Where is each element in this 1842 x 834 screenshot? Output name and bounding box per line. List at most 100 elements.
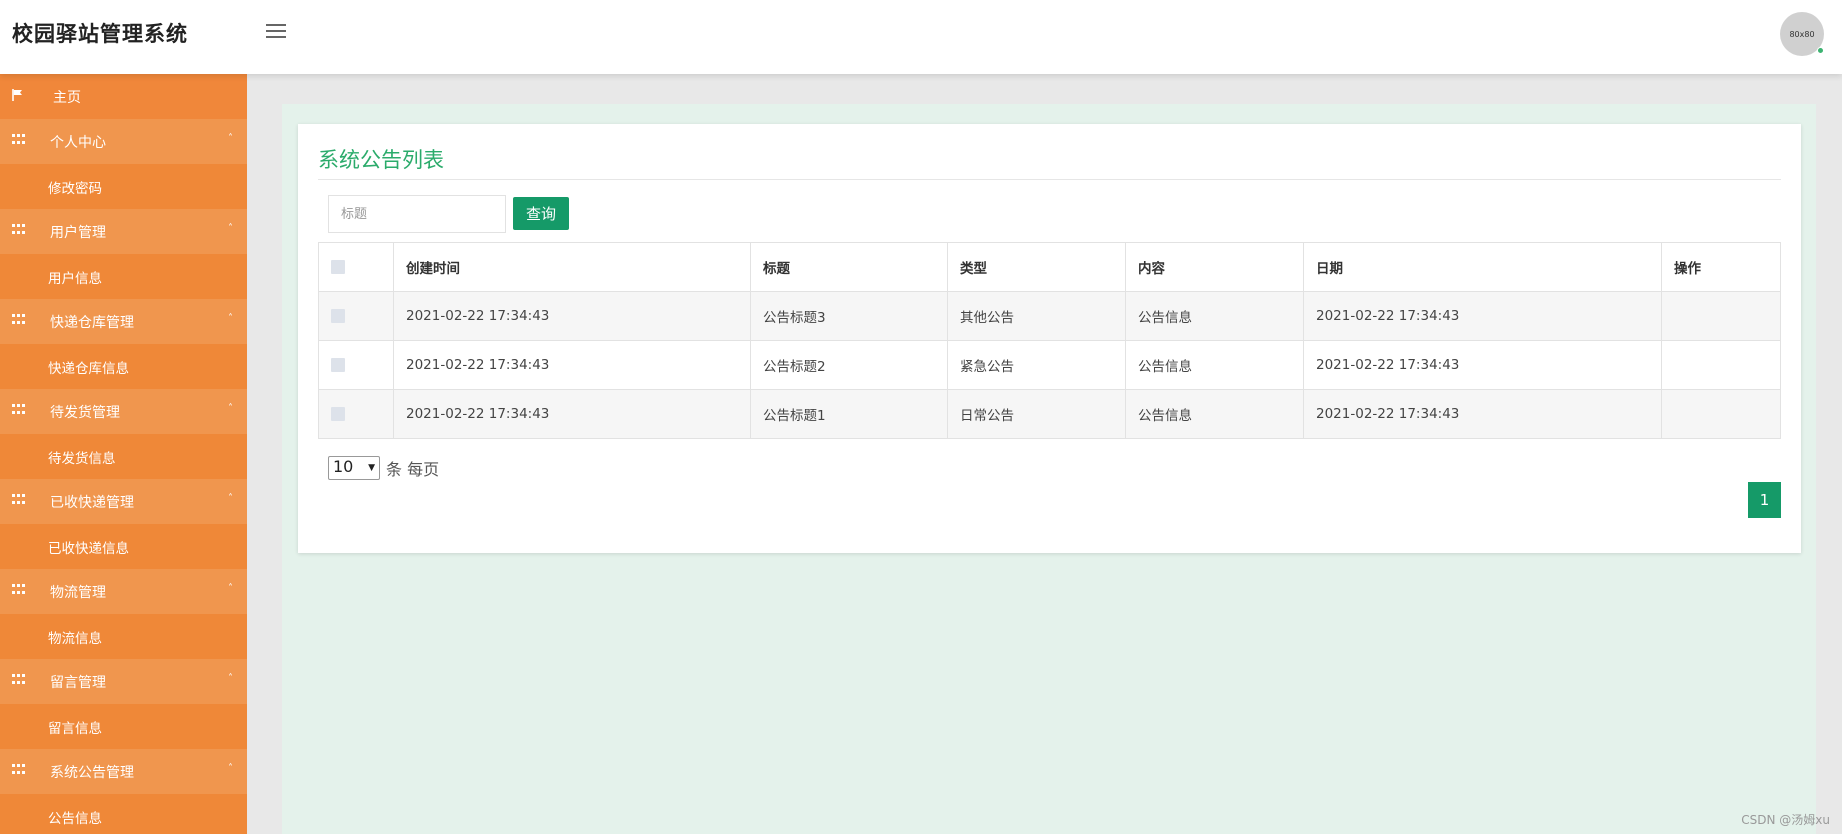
- sidebar-item-warehouse-info[interactable]: 快递仓库信息: [0, 344, 247, 389]
- created-time-cell: 2021-02-22 17:34:43: [393, 340, 751, 390]
- sidebar-group-announcements[interactable]: 系统公告管理 ˄: [0, 749, 247, 794]
- avatar-text: 80x80: [1789, 29, 1815, 39]
- sidebar-item-label: 已收快递管理: [50, 494, 134, 511]
- action-cell: [1661, 340, 1781, 390]
- sidebar-item-announcement-info[interactable]: 公告信息: [0, 794, 247, 834]
- app-title: 校园驿站管理系统: [12, 22, 188, 46]
- table-row[interactable]: 2021-02-22 17:34:43 公告标题1 日常公告 公告信息 2021…: [318, 389, 1781, 439]
- watermark: CSDN @汤姆xu: [1741, 813, 1830, 827]
- search-button[interactable]: 查询: [513, 197, 569, 230]
- date-cell: 2021-02-22 17:34:43: [1303, 389, 1662, 439]
- sidebar-item-change-password[interactable]: 修改密码: [0, 164, 247, 209]
- action-cell: [1661, 291, 1781, 341]
- sidebar-item-label: 待发货管理: [50, 404, 120, 421]
- column-header[interactable]: 类型: [947, 242, 1126, 292]
- sidebar-item-label: 留言管理: [50, 674, 106, 691]
- chevron-up-icon: ˄: [228, 763, 233, 774]
- chevron-up-icon: ˄: [228, 403, 233, 414]
- sidebar-item-received-info[interactable]: 已收快递信息: [0, 524, 247, 569]
- chevron-up-icon: ˄: [228, 493, 233, 504]
- grid-icon: [12, 314, 26, 326]
- column-header[interactable]: 创建时间: [393, 242, 751, 292]
- column-header[interactable]: 日期: [1303, 242, 1662, 292]
- chevron-up-icon: ˄: [228, 673, 233, 684]
- sidebar-group-messages[interactable]: 留言管理 ˄: [0, 659, 247, 704]
- sidebar-item-label: 个人中心: [50, 134, 106, 151]
- sidebar-item-label: 物流信息: [48, 630, 102, 647]
- sidebar-item-label: 系统公告管理: [50, 764, 134, 781]
- column-header[interactable]: 标题: [750, 242, 948, 292]
- sidebar-group-logistics[interactable]: 物流管理 ˄: [0, 569, 247, 614]
- sidebar-group-pending-shipment[interactable]: 待发货管理 ˄: [0, 389, 247, 434]
- sidebar-item-label: 已收快递信息: [48, 540, 129, 557]
- select-all-checkbox[interactable]: [331, 260, 345, 274]
- type-cell: 日常公告: [947, 389, 1126, 439]
- sidebar-item-label: 用户信息: [48, 270, 102, 287]
- grid-icon: [12, 764, 26, 776]
- row-checkbox[interactable]: [331, 407, 345, 421]
- grid-icon: [12, 494, 26, 506]
- sidebar-item-label: 留言信息: [48, 720, 102, 737]
- chevron-up-icon: ˄: [228, 583, 233, 594]
- sidebar-item-label: 公告信息: [48, 810, 102, 827]
- page-size-value: 10: [333, 457, 354, 476]
- action-cell: [1661, 389, 1781, 439]
- sidebar-item-logistics-info[interactable]: 物流信息: [0, 614, 247, 659]
- sidebar-group-personal[interactable]: 个人中心 ˄: [0, 119, 247, 164]
- online-status-dot: [1817, 47, 1824, 54]
- column-header[interactable]: 内容: [1125, 242, 1304, 292]
- grid-icon: [12, 404, 26, 416]
- content-cell: 公告信息: [1125, 389, 1304, 439]
- type-cell: 其他公告: [947, 291, 1126, 341]
- sidebar-item-label: 待发货信息: [48, 450, 116, 467]
- table-row[interactable]: 2021-02-22 17:34:43 公告标题2 紧急公告 公告信息 2021…: [318, 340, 1781, 390]
- sidebar-item-pending-shipment-info[interactable]: 待发货信息: [0, 434, 247, 479]
- sidebar-item-label: 用户管理: [50, 224, 106, 241]
- announcement-table: 创建时间 标题 类型 内容 日期 操作 2021-02-22 17:34:43 …: [318, 242, 1781, 439]
- content-cell: 公告信息: [1125, 291, 1304, 341]
- title-cell: 公告标题2: [750, 340, 948, 390]
- row-select-cell: [318, 291, 394, 341]
- page-title: 系统公告列表: [318, 148, 444, 172]
- select-all-cell: [318, 242, 394, 292]
- grid-icon: [12, 584, 26, 596]
- sidebar-group-users[interactable]: 用户管理 ˄: [0, 209, 247, 254]
- chevron-up-icon: ˄: [228, 313, 233, 324]
- pagination-page-button[interactable]: 1: [1748, 482, 1781, 518]
- created-time-cell: 2021-02-22 17:34:43: [393, 389, 751, 439]
- sidebar-item-label: 快递仓库管理: [50, 314, 134, 331]
- flag-icon: [12, 89, 22, 101]
- sidebar-item-label: 主页: [53, 89, 81, 106]
- page-size-select[interactable]: 10 ▼: [328, 456, 380, 480]
- dropdown-arrow-icon: ▼: [368, 463, 375, 473]
- sidebar-item-label: 快递仓库信息: [48, 360, 129, 377]
- sidebar: 主页 个人中心 ˄ 修改密码 用户管理 ˄ 用户信息 快递仓库管理 ˄ 快递仓库…: [0, 74, 247, 834]
- chevron-up-icon: ˄: [228, 223, 233, 234]
- row-checkbox[interactable]: [331, 309, 345, 323]
- chevron-up-icon: ˄: [228, 133, 233, 144]
- sidebar-item-label: 物流管理: [50, 584, 106, 601]
- table-header-row: 创建时间 标题 类型 内容 日期 操作: [318, 242, 1781, 292]
- page-size-suffix: 条 每页: [386, 460, 440, 479]
- grid-icon: [12, 134, 26, 146]
- content-cell: 公告信息: [1125, 340, 1304, 390]
- avatar[interactable]: 80x80: [1780, 12, 1824, 56]
- menu-toggle-icon[interactable]: [266, 24, 286, 40]
- sidebar-item-messages-info[interactable]: 留言信息: [0, 704, 247, 749]
- created-time-cell: 2021-02-22 17:34:43: [393, 291, 751, 341]
- sidebar-group-warehouse[interactable]: 快递仓库管理 ˄: [0, 299, 247, 344]
- title-search-input[interactable]: [328, 195, 506, 233]
- grid-icon: [12, 674, 26, 686]
- row-select-cell: [318, 389, 394, 439]
- grid-icon: [12, 224, 26, 236]
- divider: [318, 179, 1781, 180]
- date-cell: 2021-02-22 17:34:43: [1303, 291, 1662, 341]
- table-row[interactable]: 2021-02-22 17:34:43 公告标题3 其他公告 公告信息 2021…: [318, 291, 1781, 341]
- sidebar-item-home[interactable]: 主页: [0, 74, 247, 119]
- column-header: 操作: [1661, 242, 1781, 292]
- sidebar-item-user-info[interactable]: 用户信息: [0, 254, 247, 299]
- sidebar-group-received[interactable]: 已收快递管理 ˄: [0, 479, 247, 524]
- title-cell: 公告标题1: [750, 389, 948, 439]
- row-checkbox[interactable]: [331, 358, 345, 372]
- row-select-cell: [318, 340, 394, 390]
